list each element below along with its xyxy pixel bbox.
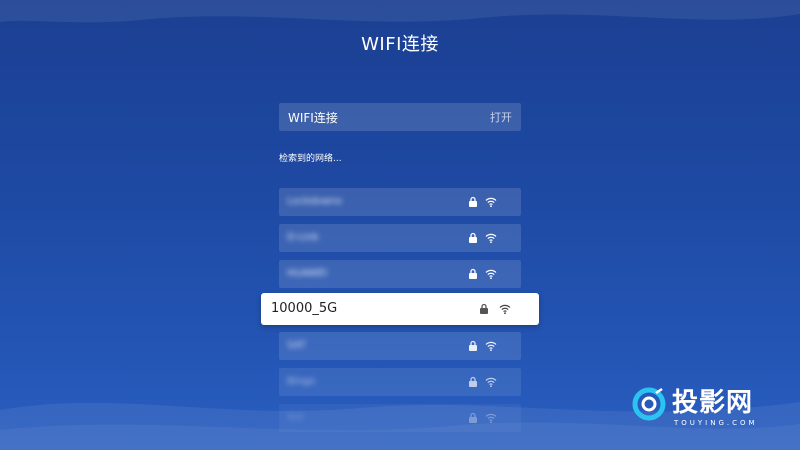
wifi-signal-icon: [485, 377, 497, 388]
network-ssid: D-Link: [287, 232, 319, 243]
network-item[interactable]: Bingo: [279, 368, 521, 396]
wifi-signal-icon: [499, 304, 511, 315]
wifi-signal-icon: [485, 233, 497, 244]
network-item[interactable]: SAT: [279, 332, 521, 360]
network-ssid: Net: [287, 412, 305, 423]
lock-icon: [469, 196, 477, 207]
network-item[interactable]: HUAWEI: [279, 260, 521, 288]
network-ssid: 10000_5G: [271, 301, 338, 316]
lock-icon: [469, 412, 477, 423]
network-ssid: HUAWEI: [287, 268, 328, 279]
projector-logo-icon: [632, 387, 666, 421]
wifi-signal-icon: [485, 197, 497, 208]
wifi-signal-icon: [485, 341, 497, 352]
lock-icon: [469, 376, 477, 387]
network-ssid: Lockdowns: [287, 196, 342, 207]
lock-icon: [469, 340, 477, 351]
network-ssid: SAT: [287, 340, 306, 351]
network-item[interactable]: Net: [279, 404, 521, 432]
network-list: Lockdowns D-Link HUAWEI 10000_5G SAT Bin…: [0, 0, 800, 450]
lock-icon: [469, 232, 477, 243]
network-item[interactable]: D-Link: [279, 224, 521, 252]
lock-icon: [469, 268, 477, 279]
wifi-signal-icon: [485, 269, 497, 280]
network-item-selected[interactable]: 10000_5G: [261, 293, 539, 325]
watermark: 投影网 TOUYING.COM: [632, 385, 792, 435]
watermark-brand: 投影网: [672, 388, 754, 418]
network-ssid: Bingo: [287, 376, 316, 387]
watermark-brand-sub: TOUYING.COM: [674, 419, 758, 427]
network-item[interactable]: Lockdowns: [279, 188, 521, 216]
wifi-signal-icon: [485, 413, 497, 424]
lock-icon: [480, 303, 488, 314]
